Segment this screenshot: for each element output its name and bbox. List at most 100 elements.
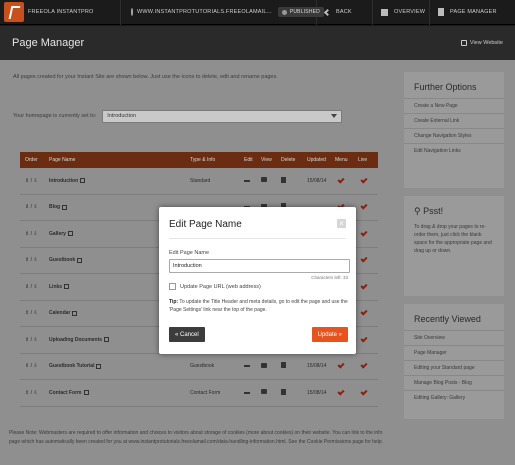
further-options-title: Further Options bbox=[414, 82, 477, 92]
view-website-link[interactable]: View Website bbox=[460, 40, 503, 46]
trash-icon[interactable] bbox=[281, 388, 286, 395]
col-menu: Menu bbox=[335, 157, 348, 163]
view-icon[interactable] bbox=[261, 362, 267, 368]
page-header: Page Manager View Website bbox=[0, 26, 515, 60]
edit-icon[interactable] bbox=[244, 391, 250, 394]
reorder-icon[interactable]: ⇕ / ⇩ bbox=[20, 337, 49, 343]
live-check-icon[interactable] bbox=[360, 176, 368, 184]
live-check-icon[interactable] bbox=[360, 255, 368, 263]
rename-icon[interactable] bbox=[96, 363, 102, 369]
tip-label: Tip: bbox=[169, 299, 179, 305]
homepage-select-value: Introduction bbox=[107, 113, 137, 119]
further-option-link[interactable]: Change Navigation Styles bbox=[404, 128, 504, 143]
menu-cell bbox=[335, 361, 358, 369]
live-check-icon[interactable] bbox=[360, 308, 368, 316]
reorder-icon[interactable]: ⇕ / ⇩ bbox=[20, 178, 49, 184]
col-type: Type & Info bbox=[190, 157, 216, 163]
menu-check-icon[interactable] bbox=[337, 388, 345, 396]
live-check-icon[interactable] bbox=[360, 282, 368, 290]
menu-cell bbox=[335, 176, 358, 184]
live-check-icon[interactable] bbox=[360, 202, 368, 210]
recently-viewed-link[interactable]: Editing Gallery: Gallery bbox=[404, 390, 504, 405]
pin-icon: ⚲ bbox=[414, 206, 424, 216]
edit-icon[interactable] bbox=[244, 179, 250, 182]
trash-icon[interactable] bbox=[281, 176, 286, 183]
rename-icon[interactable] bbox=[72, 310, 78, 316]
col-edit: Edit bbox=[244, 157, 253, 163]
recently-viewed-link[interactable]: Site Overview bbox=[404, 330, 504, 345]
menu-cell bbox=[335, 388, 358, 396]
col-live: Live bbox=[358, 157, 368, 163]
reorder-icon[interactable]: ⇕ / ⇩ bbox=[20, 204, 49, 210]
dialog-title: Edit Page Name bbox=[169, 219, 242, 230]
live-check-icon[interactable] bbox=[360, 361, 368, 369]
view-website-label: View Website bbox=[469, 40, 503, 46]
site-url[interactable]: WWW.INSTANTPROTUTORIALS.FREEOLAMAIL... P… bbox=[121, 0, 324, 25]
rename-icon[interactable] bbox=[62, 204, 68, 210]
intro-text: All pages created for your Instant Site … bbox=[13, 74, 278, 80]
recently-viewed-link[interactable]: Page Manager bbox=[404, 345, 504, 360]
brand[interactable]: FREEOLA INSTANTPRO bbox=[0, 0, 121, 25]
chars-left: Characters left: 33 bbox=[311, 275, 348, 280]
reorder-icon[interactable]: ⇕ / ⇩ bbox=[20, 284, 49, 290]
page-manager-button[interactable]: PAGE MANAGER bbox=[430, 0, 515, 25]
homepage-select[interactable]: Introduction bbox=[102, 109, 343, 123]
live-check-icon[interactable] bbox=[360, 335, 368, 343]
close-icon[interactable]: × bbox=[337, 219, 346, 228]
trash-icon[interactable] bbox=[281, 362, 286, 369]
live-check-icon[interactable] bbox=[360, 229, 368, 237]
updated-cell: 15/08/14 bbox=[307, 389, 327, 396]
reorder-icon[interactable]: ⇕ / ⇩ bbox=[20, 310, 49, 316]
chevron-down-icon bbox=[331, 114, 338, 118]
published-label: PUBLISHED bbox=[289, 9, 320, 15]
further-option-link[interactable]: Create External Link bbox=[404, 113, 504, 128]
rename-icon[interactable] bbox=[80, 178, 86, 184]
reorder-icon[interactable]: ⇕ / ⇩ bbox=[20, 231, 49, 237]
psst-title-label: Psst! bbox=[423, 206, 444, 216]
col-view: View bbox=[261, 157, 272, 163]
update-button[interactable]: Update » bbox=[311, 327, 348, 342]
table-row[interactable]: ⇕ / ⇩ Guestbook Tutorial Guestbook 15/08/14 bbox=[20, 354, 378, 380]
back-label: BACK bbox=[336, 9, 352, 15]
menu-check-icon[interactable] bbox=[337, 176, 345, 184]
edit-cell bbox=[244, 390, 261, 396]
live-check-icon[interactable] bbox=[360, 388, 368, 396]
update-url-checkbox[interactable] bbox=[169, 283, 176, 290]
view-icon[interactable] bbox=[261, 177, 267, 183]
recently-viewed-panel: Recently Viewed Site Overview Page Manage… bbox=[404, 304, 504, 419]
live-cell bbox=[358, 202, 378, 210]
reorder-icon[interactable]: ⇕ / ⇩ bbox=[20, 390, 49, 396]
update-url-option: Update Page URL (web address) bbox=[169, 283, 261, 290]
page-name-input[interactable] bbox=[169, 259, 350, 273]
edit-icon[interactable] bbox=[244, 365, 250, 368]
recently-viewed-link[interactable]: Manage Blog Posts - Blog bbox=[404, 375, 504, 390]
view-icon[interactable] bbox=[261, 389, 267, 395]
recently-viewed-link[interactable]: Editing your Standard page bbox=[404, 360, 504, 375]
page-name-cell: Guestbook Tutorial bbox=[49, 363, 190, 369]
reorder-icon[interactable]: ⇕ / ⇩ bbox=[20, 363, 49, 369]
overview-button[interactable]: OVERVIEW bbox=[373, 0, 430, 25]
external-link-icon bbox=[460, 40, 467, 46]
rename-icon[interactable] bbox=[64, 284, 70, 290]
further-option-link[interactable]: Create a New Page bbox=[404, 98, 504, 113]
further-option-link[interactable]: Edit Navigation Links bbox=[404, 143, 504, 158]
table-row[interactable]: ⇕ / ⇩ Contact Form Contact Form 15/08/14 bbox=[20, 380, 378, 407]
top-toolbar: FREEOLA INSTANTPRO WWW.INSTANTPROTUTORIA… bbox=[0, 0, 515, 25]
rename-icon[interactable] bbox=[67, 231, 73, 237]
grid-icon bbox=[381, 8, 388, 16]
page-icon bbox=[438, 8, 444, 16]
menu-check-icon[interactable] bbox=[337, 361, 345, 369]
page-name-label: Edit Page Name bbox=[169, 250, 210, 256]
rename-icon[interactable] bbox=[83, 390, 89, 396]
rename-icon[interactable] bbox=[104, 337, 110, 343]
cancel-button[interactable]: « Cancel bbox=[169, 327, 205, 342]
page-name: Blog bbox=[49, 204, 61, 211]
back-button[interactable]: BACK bbox=[317, 0, 373, 25]
page-name: Gallery bbox=[49, 230, 66, 237]
table-row[interactable]: ⇕ / ⇩ Introduction Standard 15/08/14 bbox=[20, 168, 378, 195]
live-cell bbox=[358, 229, 378, 237]
rename-icon[interactable] bbox=[77, 257, 83, 263]
site-url-label: WWW.INSTANTPROTUTORIALS.FREEOLAMAIL... bbox=[137, 9, 272, 15]
reorder-icon[interactable]: ⇕ / ⇩ bbox=[20, 257, 49, 263]
updated-cell: 15/08/14 bbox=[307, 177, 327, 184]
